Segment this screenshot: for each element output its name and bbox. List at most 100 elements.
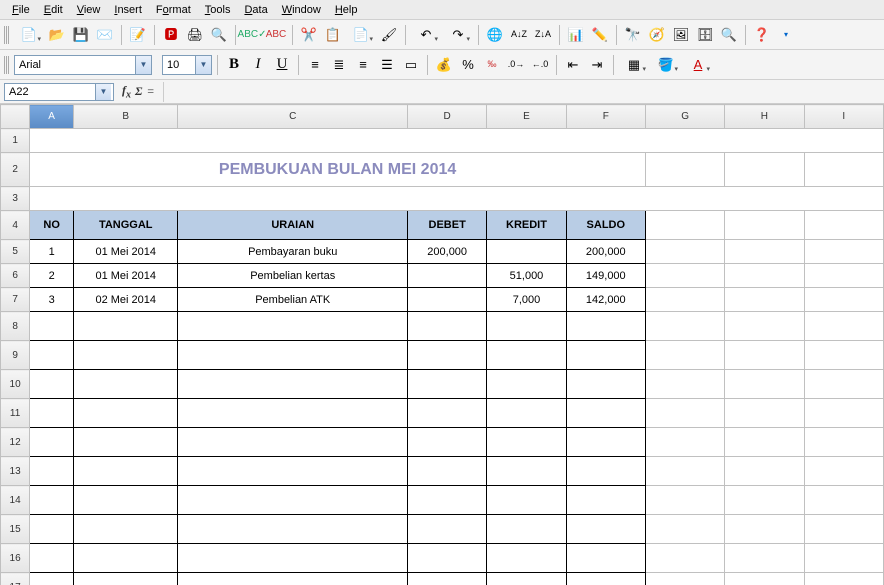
- row-header[interactable]: 15: [1, 515, 30, 544]
- format-paintbrush-button[interactable]: 🖌: [378, 24, 400, 46]
- menu-file[interactable]: File: [6, 2, 36, 18]
- row-header[interactable]: 17: [1, 573, 30, 585]
- email-button[interactable]: ✉️: [94, 24, 116, 46]
- menu-window[interactable]: Window: [276, 2, 327, 18]
- align-justify-button[interactable]: ☰: [376, 54, 398, 76]
- col-header-C[interactable]: C: [178, 105, 408, 129]
- th-saldo[interactable]: SALDO: [566, 211, 645, 240]
- menu-help[interactable]: Help: [329, 2, 364, 18]
- row-header[interactable]: 11: [1, 399, 30, 428]
- row-header[interactable]: 2: [1, 153, 30, 187]
- percent-button[interactable]: %: [457, 54, 479, 76]
- gallery-button[interactable]: 🖼: [670, 24, 692, 46]
- row-header[interactable]: 10: [1, 370, 30, 399]
- select-all-corner[interactable]: [1, 105, 30, 129]
- open-button[interactable]: 📂: [46, 24, 68, 46]
- align-center-button[interactable]: ≣: [328, 54, 350, 76]
- cell[interactable]: 149,000: [566, 264, 645, 288]
- copy-button[interactable]: 📋: [322, 24, 344, 46]
- menu-tools[interactable]: Tools: [199, 2, 237, 18]
- cell[interactable]: Pembayaran buku: [178, 240, 408, 264]
- sheet-title[interactable]: PEMBUKUAN BULAN MEI 2014: [30, 153, 646, 187]
- help-button[interactable]: ❓: [751, 24, 773, 46]
- underline-button[interactable]: U: [271, 54, 293, 76]
- menu-format[interactable]: Format: [150, 2, 197, 18]
- spellcheck-button[interactable]: ABC✓: [241, 24, 263, 46]
- cell[interactable]: 200,000: [408, 240, 487, 264]
- number-format-button[interactable]: ‰: [481, 54, 503, 76]
- row-header[interactable]: 5: [1, 240, 30, 264]
- col-header-G[interactable]: G: [645, 105, 724, 129]
- cell[interactable]: 142,000: [566, 288, 645, 312]
- print-button[interactable]: 🖨: [184, 24, 206, 46]
- sort-desc-button[interactable]: Z↓A: [532, 24, 554, 46]
- row-header[interactable]: 9: [1, 341, 30, 370]
- export-pdf-button[interactable]: 🅿: [160, 24, 182, 46]
- cell[interactable]: 02 Mei 2014: [74, 288, 178, 312]
- cell[interactable]: 01 Mei 2014: [74, 264, 178, 288]
- whatsthis-button[interactable]: ▾: [775, 24, 797, 46]
- spreadsheet-grid[interactable]: A B C D E F G H I 1 2 PEMBUKUAN BULAN ME…: [0, 104, 884, 585]
- remove-decimal-button[interactable]: ←.0: [529, 54, 551, 76]
- borders-button[interactable]: ▦: [619, 54, 649, 76]
- sum-icon[interactable]: Σ: [135, 84, 142, 99]
- increase-indent-button[interactable]: ⇥: [586, 54, 608, 76]
- toolbar-grip[interactable]: [4, 26, 10, 44]
- cell[interactable]: 7,000: [487, 288, 566, 312]
- cell[interactable]: 01 Mei 2014: [74, 240, 178, 264]
- navigator-button[interactable]: 🧭: [646, 24, 668, 46]
- cell[interactable]: Pembelian ATK: [178, 288, 408, 312]
- row-header[interactable]: 3: [1, 187, 30, 211]
- equals-icon[interactable]: =: [146, 84, 154, 99]
- th-tanggal[interactable]: TANGGAL: [74, 211, 178, 240]
- save-button[interactable]: 💾: [70, 24, 92, 46]
- bold-button[interactable]: B: [223, 54, 245, 76]
- font-size-combo[interactable]: ▼: [162, 55, 212, 75]
- bgcolor-button[interactable]: 🪣: [651, 54, 681, 76]
- row-header[interactable]: 8: [1, 312, 30, 341]
- currency-button[interactable]: 💰: [433, 54, 455, 76]
- hyperlink-button[interactable]: 🌐: [484, 24, 506, 46]
- col-header-A[interactable]: A: [30, 105, 74, 129]
- row-header[interactable]: 4: [1, 211, 30, 240]
- col-header-F[interactable]: F: [566, 105, 645, 129]
- col-header-D[interactable]: D: [408, 105, 487, 129]
- font-size-dropdown[interactable]: ▼: [195, 56, 211, 74]
- cell[interactable]: 51,000: [487, 264, 566, 288]
- cell[interactable]: [408, 264, 487, 288]
- cell[interactable]: 1: [30, 240, 74, 264]
- menu-insert[interactable]: Insert: [108, 2, 148, 18]
- menu-edit[interactable]: Edit: [38, 2, 69, 18]
- merge-cells-button[interactable]: ▭: [400, 54, 422, 76]
- edit-doc-button[interactable]: 📝: [127, 24, 149, 46]
- row-header[interactable]: 13: [1, 457, 30, 486]
- align-left-button[interactable]: ≡: [304, 54, 326, 76]
- name-box-dropdown[interactable]: ▼: [95, 84, 111, 100]
- row-header[interactable]: 16: [1, 544, 30, 573]
- new-doc-button[interactable]: 📄: [14, 24, 44, 46]
- col-header-H[interactable]: H: [725, 105, 804, 129]
- row-header[interactable]: 12: [1, 428, 30, 457]
- undo-button[interactable]: ↶: [411, 24, 441, 46]
- menu-view[interactable]: View: [71, 2, 107, 18]
- th-uraian[interactable]: URAIAN: [178, 211, 408, 240]
- col-header-E[interactable]: E: [487, 105, 566, 129]
- col-header-B[interactable]: B: [74, 105, 178, 129]
- add-decimal-button[interactable]: .0→: [505, 54, 527, 76]
- font-name-combo[interactable]: ▼: [14, 55, 152, 75]
- cell[interactable]: [487, 240, 566, 264]
- th-no[interactable]: NO: [30, 211, 74, 240]
- cut-button[interactable]: ✂️: [298, 24, 320, 46]
- font-name-input[interactable]: [15, 56, 135, 74]
- paste-button[interactable]: 📄: [346, 24, 376, 46]
- decrease-indent-button[interactable]: ⇤: [562, 54, 584, 76]
- italic-button[interactable]: I: [247, 54, 269, 76]
- th-kredit[interactable]: KREDIT: [487, 211, 566, 240]
- row-header[interactable]: 14: [1, 486, 30, 515]
- print-preview-button[interactable]: 🔍: [208, 24, 230, 46]
- formula-input[interactable]: [163, 82, 880, 102]
- autospell-button[interactable]: ABC: [265, 24, 287, 46]
- sort-asc-button[interactable]: A↓Z: [508, 24, 530, 46]
- cell[interactable]: [408, 288, 487, 312]
- menu-data[interactable]: Data: [238, 2, 273, 18]
